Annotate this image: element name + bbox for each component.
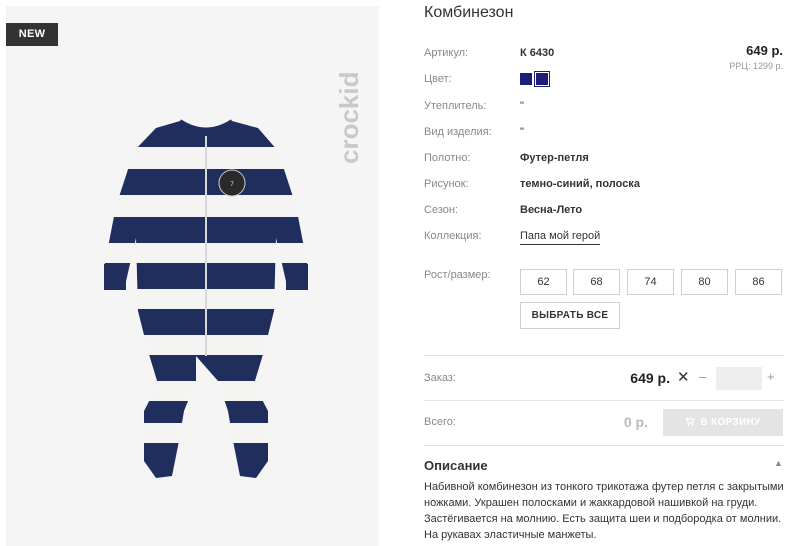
divider — [424, 445, 784, 446]
collection-link[interactable]: Папа мой герой — [520, 230, 601, 245]
collapse-description-icon[interactable]: ▲ — [774, 458, 783, 468]
kind-value: " — [520, 126, 524, 138]
size-option-62[interactable]: 62 — [520, 269, 567, 295]
pattern-value: темно-синий, полоска — [520, 178, 640, 190]
product-price: 649 р. — [746, 43, 783, 58]
add-to-cart-button[interactable]: В КОРЗИНУ — [663, 409, 783, 436]
order-price: 649 р. — [630, 370, 670, 386]
size-option-68[interactable]: 68 — [573, 269, 620, 295]
new-badge: NEW — [6, 23, 58, 46]
size-option-80[interactable]: 80 — [681, 269, 728, 295]
divider — [424, 355, 784, 356]
rrp-price: РРЦ: 1299 р. — [729, 61, 783, 71]
description-text: Набивной комбинезон из тонкого трикотажа… — [424, 481, 784, 541]
fabric-label: Полотно: — [424, 152, 471, 164]
right-cuff — [286, 264, 308, 290]
size-label: Рост/размер: — [424, 269, 491, 281]
cart-icon — [685, 418, 695, 426]
size-option-86[interactable]: 86 — [735, 269, 782, 295]
quantity-minus-button[interactable]: – — [699, 369, 706, 384]
quantity-plus-button[interactable]: + — [767, 369, 775, 384]
fabric-value: Футер-петля — [520, 152, 589, 164]
pattern-label: Рисунок: — [424, 178, 469, 190]
total-value: 0 р. — [623, 414, 648, 430]
product-title: Комбинезон — [424, 4, 514, 21]
description-title: Описание — [424, 458, 488, 473]
product-image-panel: 7 NEW crockid — [6, 6, 379, 546]
season-label: Сезон: — [424, 204, 458, 216]
total-label: Всего: — [424, 416, 456, 428]
color-label: Цвет: — [424, 73, 452, 85]
remove-order-icon[interactable]: ✕ — [677, 368, 690, 386]
insulation-label: Утеплитель: — [424, 100, 487, 112]
quantity-input[interactable] — [716, 367, 762, 390]
divider — [424, 400, 784, 401]
collection-label: Коллекция: — [424, 230, 482, 242]
color-swatch-navy[interactable] — [520, 73, 532, 85]
article-value: К 6430 — [520, 47, 555, 59]
kind-label: Вид изделия: — [424, 126, 492, 138]
size-option-74[interactable]: 74 — [627, 269, 674, 295]
left-cuff — [104, 264, 126, 290]
article-label: Артикул: — [424, 47, 469, 59]
select-all-sizes-button[interactable]: ВЫБРАТЬ ВСЕ — [520, 302, 620, 329]
collection-value: Папа мой герой — [520, 230, 601, 245]
add-to-cart-label: В КОРЗИНУ — [700, 417, 761, 428]
crockid-logo: crockid — [334, 72, 364, 165]
product-photo[interactable]: 7 — [6, 6, 379, 546]
color-swatch-navy-selected[interactable] — [534, 71, 550, 87]
svg-text:crockid: crockid — [334, 72, 364, 165]
season-value: Весна-Лето — [520, 204, 583, 216]
insulation-value: " — [520, 100, 524, 112]
order-label: Заказ: — [424, 372, 456, 384]
